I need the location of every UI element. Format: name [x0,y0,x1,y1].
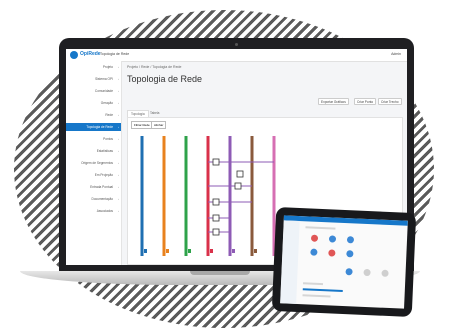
chevron-right-icon: › [118,137,119,141]
chevron-right-icon: › [118,149,119,153]
junction-node-icon[interactable] [212,198,220,206]
junction-node-icon[interactable] [212,158,220,166]
tablet-text-line [302,294,331,298]
chevron-right-icon: › [118,65,119,69]
sidebar-item-label: Estatísticas [96,149,113,153]
tablet-red-icon[interactable] [328,249,336,257]
sidebar-item[interactable]: Projeto › [66,63,121,71]
sidebar-item-label: Pontos [103,137,113,141]
tablet-red-icon[interactable] [310,234,319,242]
sidebar-item-label: Rede [105,113,113,117]
junction-node-icon[interactable] [212,228,220,236]
junction-node-icon[interactable] [234,182,242,190]
camera-dot [235,43,238,46]
sidebar-item-label: Topologia de Rede [86,125,113,129]
chevron-right-icon: › [118,77,119,81]
sidebar-item[interactable]: Estatísticas › [66,147,121,155]
app-logo-text[interactable]: OpiRede [80,51,101,57]
page-title: Topologia de Rede [127,74,203,84]
sidebar-item[interactable]: Em Projeção › [66,171,121,179]
sidebar-item-label: Origem de Segmentos [81,161,113,165]
line-end-marker[interactable] [166,249,169,253]
tablet-blue-icon[interactable] [346,236,355,244]
tablet-grey-icon[interactable] [381,269,389,277]
tablet-text-line [302,282,324,286]
user-menu[interactable]: Admin [391,52,401,56]
tablet-header [283,215,408,226]
tab-table[interactable]: Tabela [147,110,162,116]
sidebar-item[interactable]: Documentação › [66,195,121,203]
sidebar-item[interactable]: Sistema OPI › [66,75,121,83]
line-end-marker[interactable] [188,249,191,253]
sidebar-item-label: Entrada Pontual [90,185,113,189]
sidebar-item-label: Sistema OPI [95,77,113,81]
sidebar-item-label: Comunidade [94,89,113,93]
line-end-marker[interactable] [232,249,235,253]
new-point-button[interactable]: Criar Ponto [354,98,377,105]
sidebar-item[interactable]: Geração › [66,99,121,107]
line-end-marker[interactable] [210,249,213,253]
project-selector[interactable]: Topologia de Rede [100,52,129,56]
export-button[interactable]: Exportar Gráficos [318,98,349,105]
sidebar-item[interactable]: Origem de Segmentos › [66,159,121,167]
sidebar: Projeto › Sistema OPI › Comunidade › Geração › R… [66,61,122,265]
junction-node-icon[interactable] [212,214,220,222]
breadcrumb: Projeto / Rede / Topologia de Rede [127,65,182,69]
sidebar-item-label: Associados [96,209,113,213]
chevron-right-icon: › [118,209,119,213]
tablet-title-line [305,226,336,230]
sidebar-item[interactable]: Topologia de Rede › [66,123,121,131]
line-end-marker[interactable] [144,249,147,253]
tablet-blue-icon[interactable] [310,248,318,256]
chevron-right-icon: › [118,161,119,165]
new-segment-button[interactable]: Criar Trecho [378,98,402,105]
tablet-accent-line [302,288,343,292]
chevron-right-icon: › [118,125,119,129]
chevron-right-icon: › [118,197,119,201]
chevron-right-icon: › [118,173,119,177]
tab-topology[interactable]: Topologia [127,110,149,117]
junction-node-icon[interactable] [236,170,244,178]
sidebar-item[interactable]: Rede › [66,111,121,119]
tablet-sidebar [280,220,300,304]
sidebar-item[interactable]: Entrada Pontual › [66,183,121,191]
tablet-blue-icon[interactable] [328,235,337,243]
sidebar-item-label: Documentação [91,197,113,201]
line-end-marker[interactable] [254,249,257,253]
sidebar-item-label: Em Projeção [94,173,113,177]
app-logo-icon[interactable] [70,51,78,59]
sidebar-item-label: Geração [100,101,113,105]
sidebar-item[interactable]: Associados › [66,207,121,215]
sidebar-item[interactable]: Pontos › [66,135,121,143]
sidebar-item-label: Projeto [102,65,113,69]
chevron-right-icon: › [118,113,119,117]
tablet-grey-icon[interactable] [363,268,371,277]
chevron-right-icon: › [118,185,119,189]
chevron-right-icon: › [118,89,119,93]
tablet-blue-icon[interactable] [345,268,353,276]
tablet-blue-icon[interactable] [346,250,354,258]
sidebar-item[interactable]: Comunidade › [66,87,121,95]
tablet-frame [271,206,417,318]
laptop-notch [190,271,250,275]
tablet-screen [280,215,408,309]
chevron-right-icon: › [118,101,119,105]
